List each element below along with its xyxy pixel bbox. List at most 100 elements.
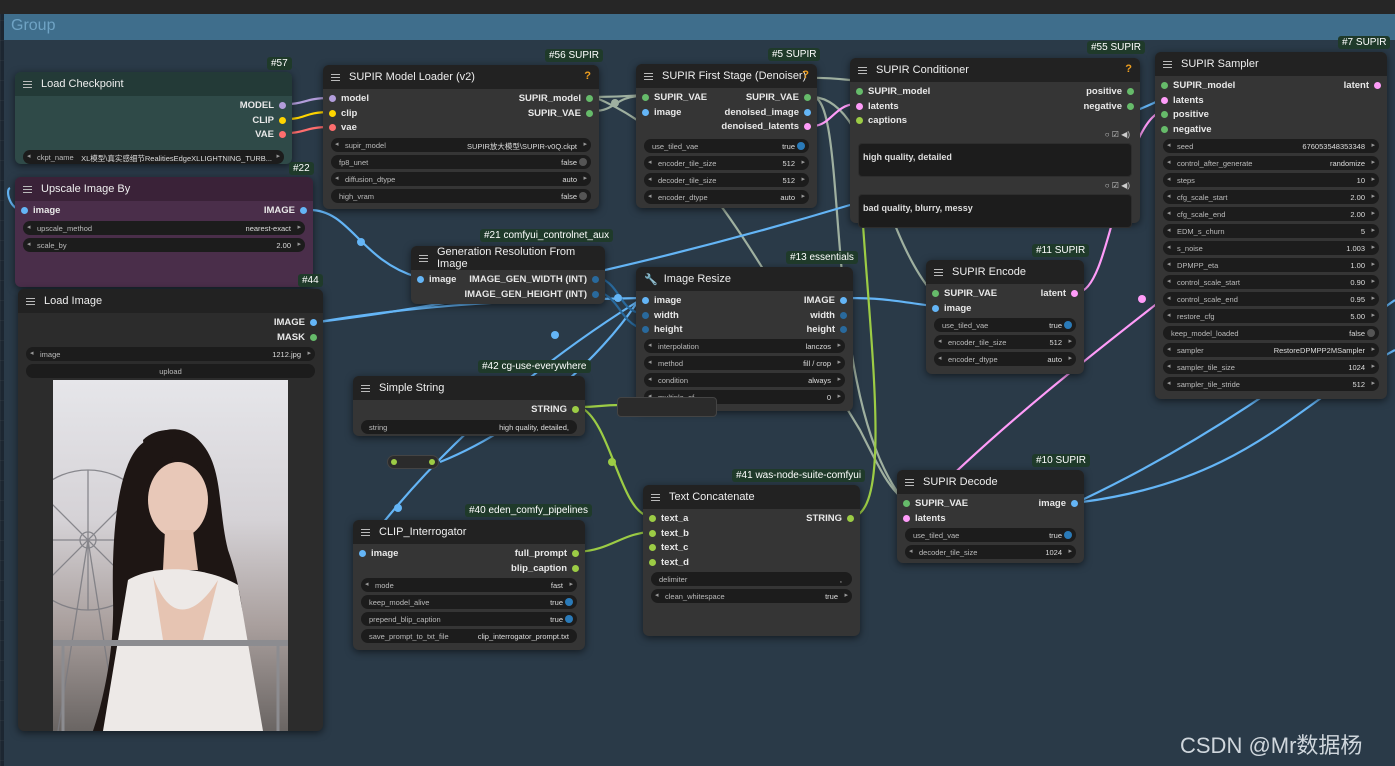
slot-vae[interactable] xyxy=(329,124,336,131)
slot-denoised-image[interactable] xyxy=(804,108,811,116)
textarea-controls-icon[interactable]: ○ ☑ ◀) xyxy=(850,130,1140,139)
upscale-method-widget[interactable]: ◂ upscale_method nearest-exact ▸ xyxy=(23,220,305,235)
sampler-widget-keep-model-loaded[interactable]: keep_model_loaded false xyxy=(1163,326,1379,340)
sampler-widget-restore-cfg[interactable]: ◂ restore_cfg 5.00 ▸ xyxy=(1163,309,1379,323)
slot-supir-vae-in[interactable] xyxy=(642,94,649,101)
delimiter-input[interactable]: delimiter, xyxy=(651,572,852,586)
slot-width-out[interactable] xyxy=(840,311,847,319)
slot-image[interactable] xyxy=(359,550,366,557)
slot-full-prompt[interactable] xyxy=(572,550,579,557)
slot-denoised-latents[interactable] xyxy=(804,123,811,130)
menu-icon[interactable] xyxy=(331,73,340,81)
slot-latents[interactable] xyxy=(1161,96,1168,104)
slot-negative[interactable] xyxy=(1127,102,1134,110)
use-tiled-vae-toggle[interactable]: use_tiled_vae true xyxy=(905,528,1076,542)
slot-latent[interactable] xyxy=(1374,82,1381,89)
help-icon[interactable]: ? xyxy=(1125,63,1132,75)
slot-width[interactable] xyxy=(592,276,599,283)
slot-image[interactable] xyxy=(1071,500,1078,507)
fp8-unet-toggle[interactable]: fp8_unet false xyxy=(331,154,591,169)
menu-icon[interactable] xyxy=(361,528,370,536)
menu-icon[interactable] xyxy=(1163,60,1172,68)
negative-prompt-textarea[interactable]: bad quality, blurry, messy xyxy=(858,193,1132,228)
slot-text-b[interactable] xyxy=(649,529,656,537)
menu-icon[interactable] xyxy=(23,185,32,193)
slot-image[interactable] xyxy=(310,319,317,326)
ckpt-name-widget[interactable]: ◂ ckpt_name XL模型\真实感细节RealitiesEdgeXLLIGHT… xyxy=(23,149,284,164)
save-prompt-input[interactable]: save_prompt_to_txt_file clip_interrogator… xyxy=(361,629,577,643)
node-load-checkpoint[interactable]: Load Checkpoint MODEL CLIP VAE ◂ ckpt_nam… xyxy=(15,72,292,164)
sampler-widget-control-scale-start[interactable]: ◂ control_scale_start 0.90 ▸ xyxy=(1163,275,1379,289)
slot-clip[interactable] xyxy=(279,116,286,124)
slot-negative[interactable] xyxy=(1161,125,1168,133)
slot-supir-vae-out[interactable] xyxy=(804,94,811,101)
slot-image-out[interactable] xyxy=(840,297,847,304)
node-supir-encode[interactable]: SUPIR Encode SUPIR_VAE latent image use_t… xyxy=(926,260,1084,374)
slot-captions[interactable] xyxy=(856,117,863,124)
sampler-widget-DPMPP-eta[interactable]: ◂ DPMPP_eta 1.00 ▸ xyxy=(1163,258,1379,272)
slot-supir-vae[interactable] xyxy=(903,500,910,507)
scale-by-widget[interactable]: ◂ scale_by 2.00 ▸ xyxy=(23,237,305,252)
slot-latent[interactable] xyxy=(1071,290,1078,297)
node-supir-first-stage[interactable]: SUPIR First Stage (Denoiser)? SUPIR_VAE S… xyxy=(636,64,817,208)
interpolation-widget[interactable]: ◂ interpolation lanczos ▸ xyxy=(644,338,845,353)
node-supir-conditioner[interactable]: SUPIR Conditioner? SUPIR_model positive l… xyxy=(850,58,1140,228)
keep-model-alive-toggle[interactable]: keep_model_alive true xyxy=(361,595,577,609)
sampler-widget-steps[interactable]: ◂ steps 10 ▸ xyxy=(1163,173,1379,187)
decoder-tile-size-widget[interactable]: ◂ decoder_tile_size 1024 ▸ xyxy=(905,545,1076,559)
slot-image-out[interactable] xyxy=(300,207,307,214)
slot-image-in[interactable] xyxy=(21,207,28,214)
node-upscale-image[interactable]: Upscale Image By image IMAGE ◂ upscale_met… xyxy=(15,177,313,287)
slot-text-d[interactable] xyxy=(649,558,656,566)
sampler-widget-cfg-scale-end[interactable]: ◂ cfg_scale_end 2.00 ▸ xyxy=(1163,207,1379,221)
slot-text-a[interactable] xyxy=(649,515,656,522)
slot-model[interactable] xyxy=(279,102,286,109)
string-input[interactable]: string high quality, detailed, xyxy=(361,419,577,434)
menu-icon[interactable] xyxy=(23,80,32,88)
node-simple-string[interactable]: Simple String STRING string high quality,… xyxy=(353,376,585,436)
node-clip-interrogator[interactable]: CLIP_Interrogator image full_prompt blip_… xyxy=(353,520,585,650)
node-image-resize[interactable]: 🔧 Image Resize image IMAGE width width heig… xyxy=(636,267,853,411)
slot-string[interactable] xyxy=(847,515,854,522)
slot-supir-model[interactable] xyxy=(586,95,593,102)
slot-image[interactable] xyxy=(932,304,939,312)
arrow-left-icon[interactable]: ◂ xyxy=(27,152,31,160)
menu-icon[interactable] xyxy=(934,268,943,276)
positive-prompt-textarea[interactable]: high quality, detailed xyxy=(858,142,1132,177)
slot-clip[interactable] xyxy=(329,109,336,117)
reroute-node[interactable] xyxy=(387,455,439,469)
sampler-widget-control-scale-end[interactable]: ◂ control_scale_end 0.95 ▸ xyxy=(1163,292,1379,306)
slot-text-c[interactable] xyxy=(649,544,656,551)
prepend-blip-toggle[interactable]: prepend_blip_caption true xyxy=(361,612,577,626)
slot-supir-model[interactable] xyxy=(856,88,863,95)
encoder-tile-size-widget[interactable]: ◂ encoder_tile_size 512 ▸ xyxy=(934,335,1076,349)
slot-vae[interactable] xyxy=(279,131,286,138)
menu-icon[interactable] xyxy=(361,384,370,392)
node-generation-resolution[interactable]: Generation Resolution From Image image IM… xyxy=(411,246,605,304)
sampler-widget-control-after-generate[interactable]: ◂ control_after_generate randomize ▸ xyxy=(1163,156,1379,170)
sampler-widget-seed[interactable]: ◂ seed 676053548353348 ▸ xyxy=(1163,139,1379,153)
menu-icon[interactable] xyxy=(26,297,35,305)
method-widget[interactable]: ◂ method fill / crop ▸ xyxy=(644,355,845,370)
node-supir-decode[interactable]: SUPIR Decode SUPIR_VAE image latents use_… xyxy=(897,470,1084,563)
slot-image-in[interactable] xyxy=(642,297,649,304)
slot-latents[interactable] xyxy=(856,102,863,110)
slot-width-in[interactable] xyxy=(642,311,649,319)
sampler-widget-sampler-tile-stride[interactable]: ◂ sampler_tile_stride 512 ▸ xyxy=(1163,377,1379,391)
slot-supir-vae[interactable] xyxy=(932,290,939,297)
high-vram-toggle[interactable]: high_vram false xyxy=(331,188,591,203)
supir-model-widget[interactable]: ◂ supir_model SUPIR放大模型\SUPIR-v0Q.ckpt ▸ xyxy=(331,137,591,152)
help-icon[interactable]: ? xyxy=(584,70,591,82)
slot-positive[interactable] xyxy=(1161,111,1168,118)
node-load-image[interactable]: Load Image IMAGE MASK ◂ image 1212.jpg ▸ up… xyxy=(18,289,323,731)
diffusion-dtype-widget[interactable]: ◂ diffusion_dtype auto ▸ xyxy=(331,171,591,186)
arrow-right-icon[interactable]: ▸ xyxy=(276,152,280,160)
slot-latents[interactable] xyxy=(903,514,910,522)
collapsed-node[interactable] xyxy=(617,397,717,417)
mode-widget[interactable]: ◂ mode fast ▸ xyxy=(361,578,577,592)
sampler-widget-cfg-scale-start[interactable]: ◂ cfg_scale_start 2.00 ▸ xyxy=(1163,190,1379,204)
node-supir-sampler[interactable]: SUPIR Sampler SUPIR_model latent latents … xyxy=(1155,52,1387,399)
sampler-widget-sampler-tile-size[interactable]: ◂ sampler_tile_size 1024 ▸ xyxy=(1163,360,1379,374)
encoder-dtype-widget[interactable]: ◂ encoder_dtype auto ▸ xyxy=(644,189,809,204)
slot-model[interactable] xyxy=(329,95,336,102)
